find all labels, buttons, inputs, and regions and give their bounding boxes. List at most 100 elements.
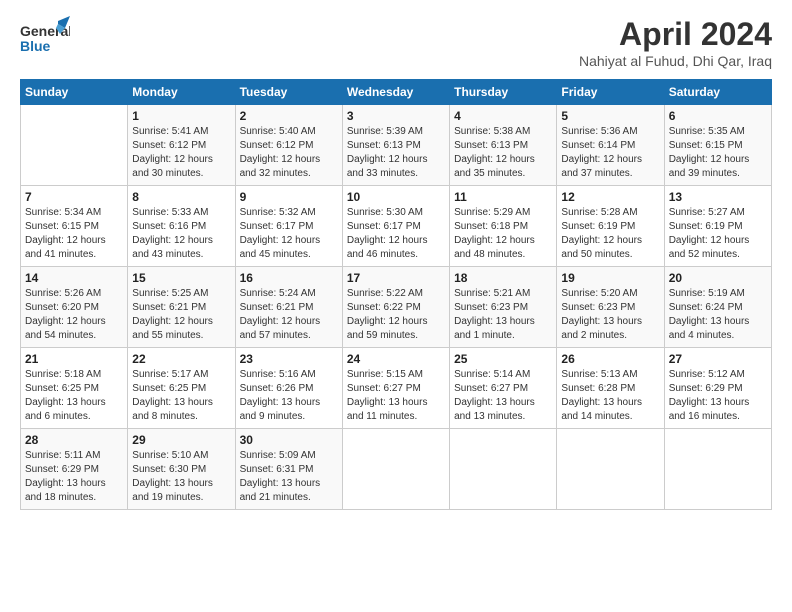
calendar-cell: 17Sunrise: 5:22 AM Sunset: 6:22 PM Dayli… <box>342 267 449 348</box>
day-number: 29 <box>132 433 230 447</box>
day-number: 19 <box>561 271 659 285</box>
cell-sun-info: Sunrise: 5:26 AM Sunset: 6:20 PM Dayligh… <box>25 287 123 343</box>
calendar-cell: 5 Sunrise: 5:36 AM Sunset: 6:14 PM Daylig… <box>557 105 664 186</box>
calendar-body: 1 Sunrise: 5:41 AM Sunset: 6:12 PM Daylig… <box>21 105 772 510</box>
cell-sun-info: Sunrise: 5:39 AM Sunset: 6:13 PM Dayligh… <box>347 125 445 181</box>
calendar-cell: 19Sunrise: 5:20 AM Sunset: 6:23 PM Dayli… <box>557 267 664 348</box>
calendar-cell: 4 Sunrise: 5:38 AM Sunset: 6:13 PM Daylig… <box>450 105 557 186</box>
cell-sun-info: Sunrise: 5:28 AM Sunset: 6:19 PM Dayligh… <box>561 206 659 262</box>
day-number: 6 <box>669 109 767 123</box>
day-number: 4 <box>454 109 552 123</box>
calendar-cell: 23 Sunrise: 5:16 AM Sunset: 6:26 PM Dayli… <box>235 348 342 429</box>
cell-sun-info: Sunrise: 5:21 AM Sunset: 6:23 PM Dayligh… <box>454 287 552 343</box>
calendar-cell: 20Sunrise: 5:19 AM Sunset: 6:24 PM Dayli… <box>664 267 771 348</box>
day-number: 12 <box>561 190 659 204</box>
page-title: April 2024 <box>579 16 772 53</box>
col-saturday: Saturday <box>664 80 771 105</box>
calendar-cell: 1 Sunrise: 5:41 AM Sunset: 6:12 PM Daylig… <box>128 105 235 186</box>
cell-sun-info: Sunrise: 5:33 AM Sunset: 6:16 PM Dayligh… <box>132 206 230 262</box>
calendar-cell <box>557 429 664 510</box>
calendar-cell: 11 Sunrise: 5:29 AM Sunset: 6:18 PM Dayli… <box>450 186 557 267</box>
col-monday: Monday <box>128 80 235 105</box>
calendar-header: Sunday Monday Tuesday Wednesday Thursday… <box>21 80 772 105</box>
day-number: 13 <box>669 190 767 204</box>
calendar-cell: 21Sunrise: 5:18 AM Sunset: 6:25 PM Dayli… <box>21 348 128 429</box>
calendar-cell: 28 Sunrise: 5:11 AM Sunset: 6:29 PM Dayli… <box>21 429 128 510</box>
day-number: 30 <box>240 433 338 447</box>
col-friday: Friday <box>557 80 664 105</box>
day-number: 11 <box>454 190 552 204</box>
calendar-cell: 2 Sunrise: 5:40 AM Sunset: 6:12 PM Daylig… <box>235 105 342 186</box>
calendar-cell: 15 Sunrise: 5:25 AM Sunset: 6:21 PM Dayli… <box>128 267 235 348</box>
day-number: 26 <box>561 352 659 366</box>
cell-sun-info: Sunrise: 5:22 AM Sunset: 6:22 PM Dayligh… <box>347 287 445 343</box>
calendar-cell: 12 Sunrise: 5:28 AM Sunset: 6:19 PM Dayli… <box>557 186 664 267</box>
calendar-cell: 10Sunrise: 5:30 AM Sunset: 6:17 PM Dayli… <box>342 186 449 267</box>
calendar-cell <box>450 429 557 510</box>
day-number: 28 <box>25 433 123 447</box>
day-number: 2 <box>240 109 338 123</box>
cell-sun-info: Sunrise: 5:24 AM Sunset: 6:21 PM Dayligh… <box>240 287 338 343</box>
calendar-cell <box>664 429 771 510</box>
cell-sun-info: Sunrise: 5:29 AM Sunset: 6:18 PM Dayligh… <box>454 206 552 262</box>
calendar-cell: 14 Sunrise: 5:26 AM Sunset: 6:20 PM Dayli… <box>21 267 128 348</box>
cell-sun-info: Sunrise: 5:13 AM Sunset: 6:28 PM Dayligh… <box>561 368 659 424</box>
calendar-cell: 9Sunrise: 5:32 AM Sunset: 6:17 PM Daylig… <box>235 186 342 267</box>
calendar-week-4: 21Sunrise: 5:18 AM Sunset: 6:25 PM Dayli… <box>21 348 772 429</box>
cell-sun-info: Sunrise: 5:11 AM Sunset: 6:29 PM Dayligh… <box>25 449 123 505</box>
cell-sun-info: Sunrise: 5:16 AM Sunset: 6:26 PM Dayligh… <box>240 368 338 424</box>
calendar-cell: 6 Sunrise: 5:35 AM Sunset: 6:15 PM Daylig… <box>664 105 771 186</box>
cell-sun-info: Sunrise: 5:34 AM Sunset: 6:15 PM Dayligh… <box>25 206 123 262</box>
cell-sun-info: Sunrise: 5:35 AM Sunset: 6:15 PM Dayligh… <box>669 125 767 181</box>
header-row: Sunday Monday Tuesday Wednesday Thursday… <box>21 80 772 105</box>
cell-sun-info: Sunrise: 5:41 AM Sunset: 6:12 PM Dayligh… <box>132 125 230 181</box>
day-number: 7 <box>25 190 123 204</box>
day-number: 23 <box>240 352 338 366</box>
cell-sun-info: Sunrise: 5:38 AM Sunset: 6:13 PM Dayligh… <box>454 125 552 181</box>
calendar-cell: 3 Sunrise: 5:39 AM Sunset: 6:13 PM Daylig… <box>342 105 449 186</box>
cell-sun-info: Sunrise: 5:40 AM Sunset: 6:12 PM Dayligh… <box>240 125 338 181</box>
calendar-cell: 30Sunrise: 5:09 AM Sunset: 6:31 PM Dayli… <box>235 429 342 510</box>
calendar-cell: 18 Sunrise: 5:21 AM Sunset: 6:23 PM Dayli… <box>450 267 557 348</box>
day-number: 1 <box>132 109 230 123</box>
calendar-week-2: 7 Sunrise: 5:34 AM Sunset: 6:15 PM Daylig… <box>21 186 772 267</box>
cell-sun-info: Sunrise: 5:19 AM Sunset: 6:24 PM Dayligh… <box>669 287 767 343</box>
cell-sun-info: Sunrise: 5:27 AM Sunset: 6:19 PM Dayligh… <box>669 206 767 262</box>
day-number: 22 <box>132 352 230 366</box>
calendar-table: Sunday Monday Tuesday Wednesday Thursday… <box>20 79 772 510</box>
title-block: April 2024 Nahiyat al Fuhud, Dhi Qar, Ir… <box>579 16 772 69</box>
day-number: 14 <box>25 271 123 285</box>
cell-sun-info: Sunrise: 5:17 AM Sunset: 6:25 PM Dayligh… <box>132 368 230 424</box>
calendar-cell: 22 Sunrise: 5:17 AM Sunset: 6:25 PM Dayli… <box>128 348 235 429</box>
col-tuesday: Tuesday <box>235 80 342 105</box>
calendar-week-1: 1 Sunrise: 5:41 AM Sunset: 6:12 PM Daylig… <box>21 105 772 186</box>
calendar-cell: 26 Sunrise: 5:13 AM Sunset: 6:28 PM Dayli… <box>557 348 664 429</box>
svg-text:Blue: Blue <box>20 38 51 54</box>
page-subtitle: Nahiyat al Fuhud, Dhi Qar, Iraq <box>579 53 772 69</box>
calendar-cell <box>21 105 128 186</box>
cell-sun-info: Sunrise: 5:25 AM Sunset: 6:21 PM Dayligh… <box>132 287 230 343</box>
day-number: 15 <box>132 271 230 285</box>
calendar-cell: 13 Sunrise: 5:27 AM Sunset: 6:19 PM Dayli… <box>664 186 771 267</box>
calendar-cell: 27Sunrise: 5:12 AM Sunset: 6:29 PM Dayli… <box>664 348 771 429</box>
header: General Blue April 2024 Nahiyat al Fuhud… <box>20 16 772 69</box>
calendar-cell: 24Sunrise: 5:15 AM Sunset: 6:27 PM Dayli… <box>342 348 449 429</box>
day-number: 5 <box>561 109 659 123</box>
day-number: 8 <box>132 190 230 204</box>
calendar-week-3: 14 Sunrise: 5:26 AM Sunset: 6:20 PM Dayli… <box>21 267 772 348</box>
col-wednesday: Wednesday <box>342 80 449 105</box>
day-number: 18 <box>454 271 552 285</box>
day-number: 3 <box>347 109 445 123</box>
calendar-cell: 25 Sunrise: 5:14 AM Sunset: 6:27 PM Dayli… <box>450 348 557 429</box>
day-number: 25 <box>454 352 552 366</box>
col-thursday: Thursday <box>450 80 557 105</box>
cell-sun-info: Sunrise: 5:36 AM Sunset: 6:14 PM Dayligh… <box>561 125 659 181</box>
cell-sun-info: Sunrise: 5:14 AM Sunset: 6:27 PM Dayligh… <box>454 368 552 424</box>
calendar-cell: 16Sunrise: 5:24 AM Sunset: 6:21 PM Dayli… <box>235 267 342 348</box>
cell-sun-info: Sunrise: 5:32 AM Sunset: 6:17 PM Dayligh… <box>240 206 338 262</box>
calendar-cell: 29Sunrise: 5:10 AM Sunset: 6:30 PM Dayli… <box>128 429 235 510</box>
day-number: 21 <box>25 352 123 366</box>
calendar-week-5: 28 Sunrise: 5:11 AM Sunset: 6:29 PM Dayli… <box>21 429 772 510</box>
day-number: 27 <box>669 352 767 366</box>
logo: General Blue <box>20 16 70 61</box>
